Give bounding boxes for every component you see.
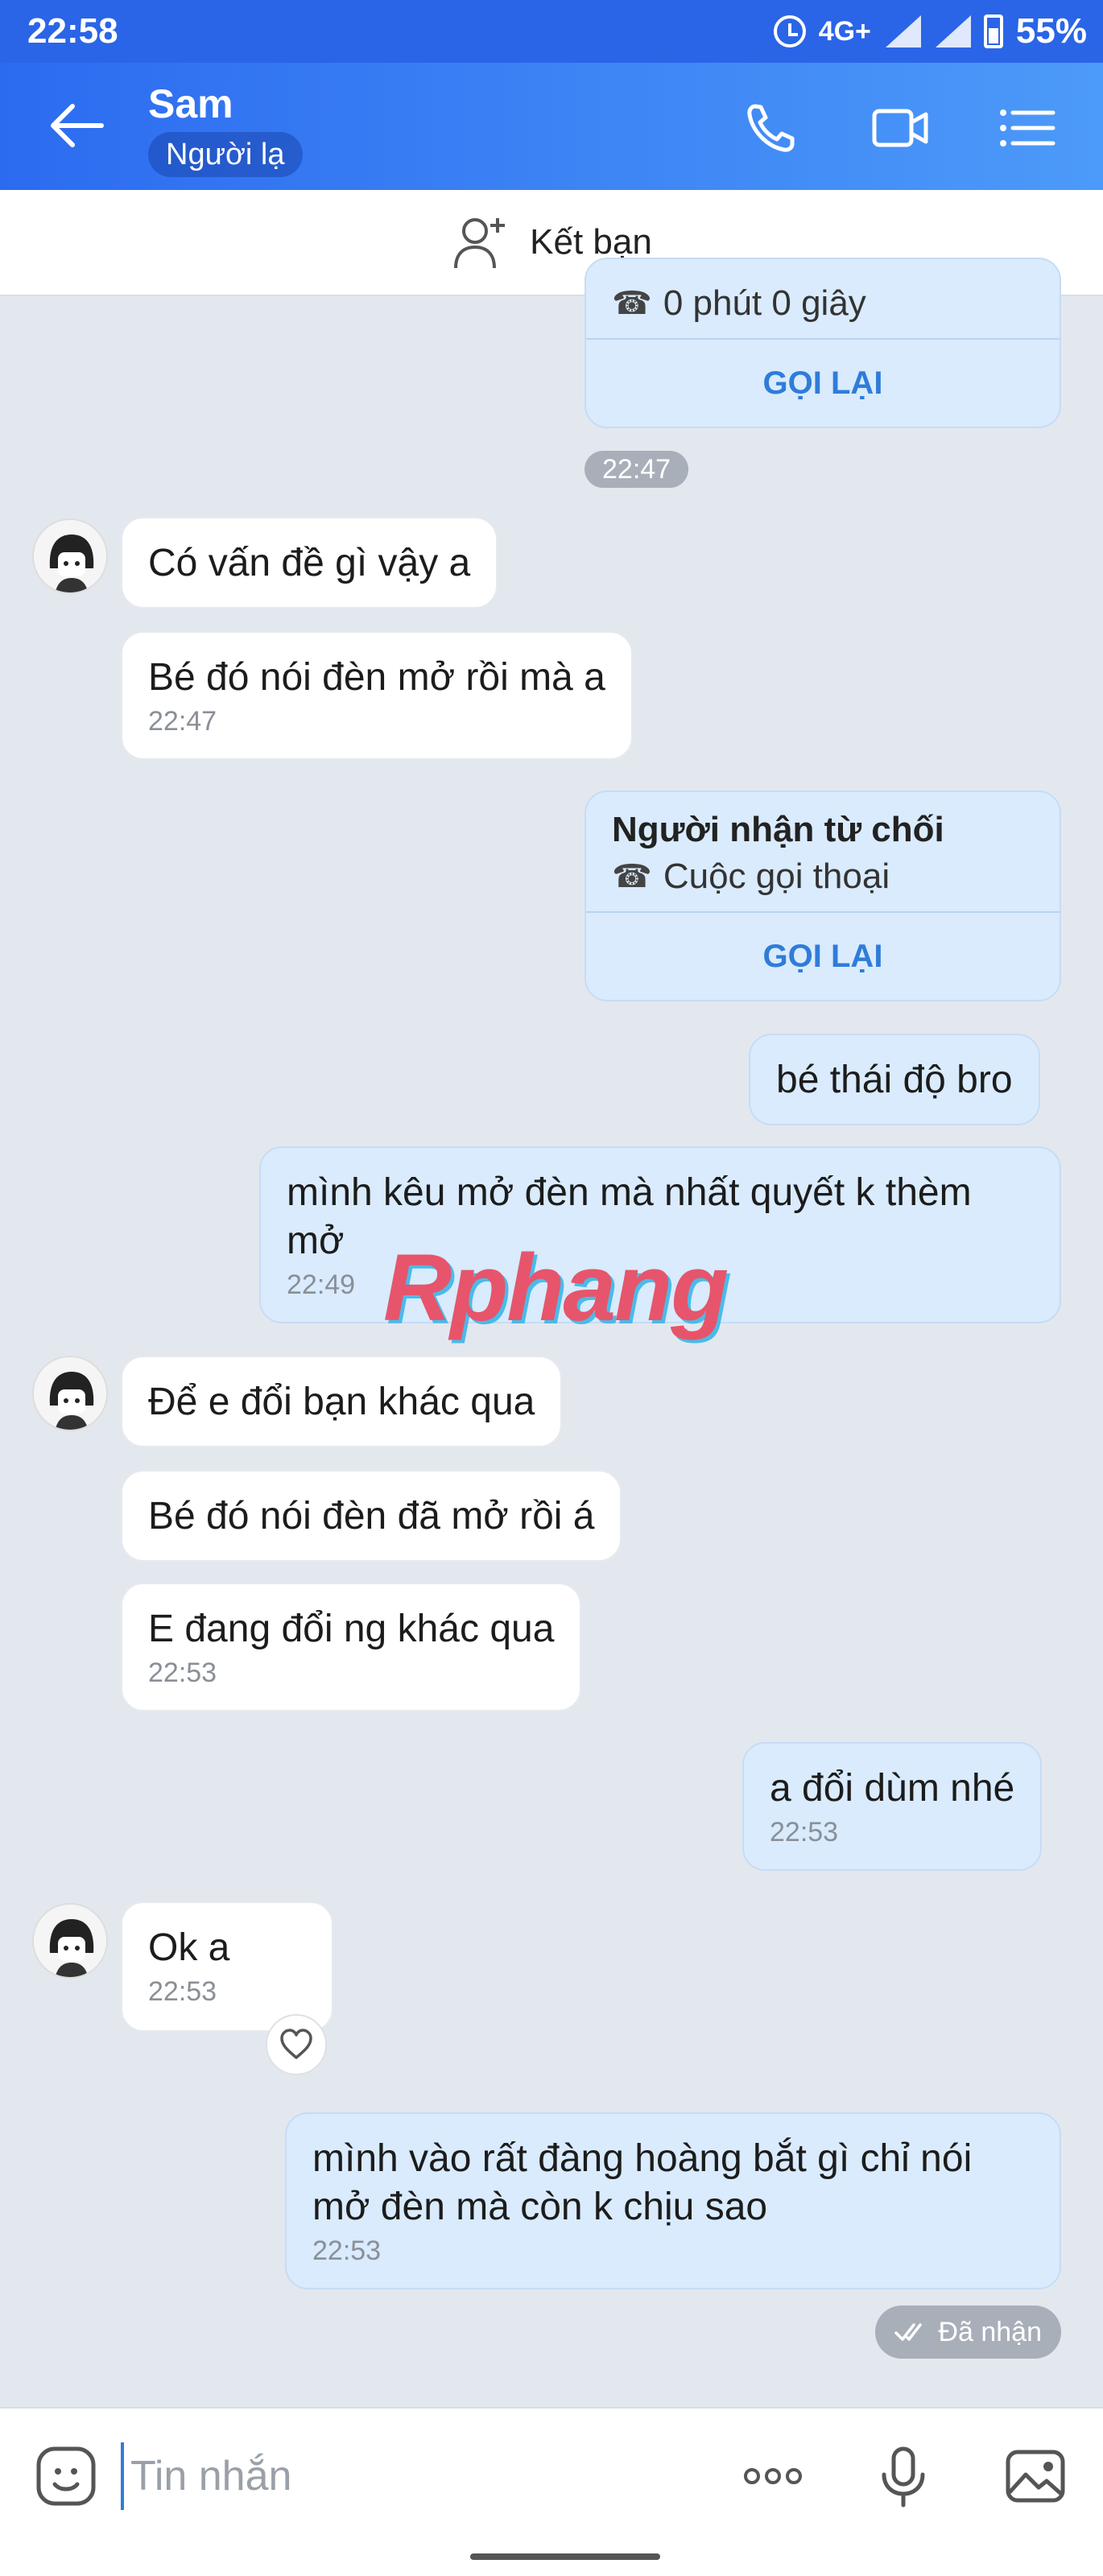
message-time: 22:53: [148, 1976, 217, 2007]
message-time: 22:53: [312, 2235, 382, 2266]
message-text: bé thái độ bro: [776, 1059, 1013, 1101]
stranger-badge: Người lạ: [148, 132, 303, 177]
phone-icon[interactable]: [742, 100, 803, 156]
incoming-message[interactable]: Ok a 22:53: [121, 1901, 333, 2032]
incoming-message[interactable]: E đang đổi ng khác qua 22:53: [121, 1583, 582, 1711]
microphone-icon[interactable]: [871, 2444, 936, 2508]
time-chip: 22:47: [585, 451, 689, 488]
avatar[interactable]: [32, 1356, 108, 1431]
message-input-bar: [0, 2407, 1103, 2576]
outgoing-message[interactable]: bé thái độ bro: [749, 1034, 1040, 1125]
video-camera-icon[interactable]: [870, 100, 931, 156]
incoming-message[interactable]: Để e đổi bạn khác qua: [121, 1356, 563, 1447]
call-card-rejected: Người nhận từ chối ☎ Cuộc gọi thoại GỌI …: [585, 791, 1061, 1001]
message-time: 22:53: [770, 1817, 839, 1847]
alarm-icon: [773, 15, 806, 47]
battery-icon: [983, 14, 1003, 48]
message-text: Có vấn đề gì vậy a: [148, 542, 471, 584]
double-check-icon: [894, 2323, 923, 2341]
battery-level: 55%: [1015, 11, 1087, 51]
message-text: a đổi dùm nhé: [770, 1767, 1015, 1810]
home-indicator: [470, 2553, 660, 2560]
image-gallery-icon[interactable]: [1003, 2444, 1068, 2508]
avatar[interactable]: [32, 1903, 108, 1979]
message-text: Bé đó nói đèn mở rồi mà a: [148, 656, 605, 699]
call-back-button[interactable]: GỌI LẠI: [586, 913, 1060, 1000]
more-options-icon[interactable]: [741, 2444, 805, 2508]
received-label: Đã nhận: [938, 2317, 1042, 2347]
signal-icon: [884, 15, 921, 47]
outgoing-message[interactable]: a đổi dùm nhé 22:53: [742, 1742, 1043, 1871]
incoming-message[interactable]: Có vấn đề gì vậy a: [121, 517, 498, 609]
signal-icon-2: [934, 15, 971, 47]
missed-call-icon: ☎: [612, 859, 652, 894]
received-status: Đã nhận: [875, 2306, 1061, 2359]
message-input[interactable]: [121, 2442, 700, 2510]
call-status-title: Người nhận từ chối: [612, 810, 944, 849]
outgoing-message[interactable]: mình vào rất đàng hoàng bắt gì chỉ nói m…: [285, 2112, 1061, 2289]
message-time: 22:47: [148, 706, 217, 737]
back-arrow-icon[interactable]: [48, 101, 113, 150]
watermark: Rphang: [383, 1235, 729, 1341]
incoming-message[interactable]: Bé đó nói đèn đã mở rồi á: [121, 1470, 622, 1562]
call-type: Cuộc gọi thoại: [663, 857, 890, 896]
call-back-button[interactable]: GỌI LẠI: [586, 340, 1060, 427]
message-time: 22:53: [148, 1657, 217, 1688]
message-text: E đang đổi ng khác qua: [148, 1608, 555, 1650]
message-text: Để e đổi bạn khác qua: [148, 1381, 535, 1423]
status-time: 22:58: [27, 11, 118, 51]
incoming-message[interactable]: Bé đó nói đèn mở rồi mà a 22:47: [121, 631, 633, 760]
message-text: mình vào rất đàng hoàng bắt gì chỉ nói m…: [312, 2137, 973, 2228]
emoji-icon[interactable]: [34, 2444, 98, 2508]
add-user-icon: [454, 218, 506, 269]
avatar[interactable]: [32, 518, 108, 594]
message-text: Bé đó nói đèn đã mở rồi á: [148, 1495, 595, 1538]
contact-name[interactable]: Sam: [148, 80, 233, 127]
message-text: Ok a: [148, 1926, 230, 1969]
heart-reaction-icon[interactable]: [266, 2014, 327, 2075]
status-right: 4G+ 55%: [773, 11, 1087, 52]
chat-header: Sam Người lạ: [0, 63, 1103, 190]
menu-list-icon[interactable]: [997, 100, 1058, 156]
status-bar: 22:58 4G+ 55%: [0, 0, 1103, 63]
network-type: 4G+: [818, 15, 871, 47]
